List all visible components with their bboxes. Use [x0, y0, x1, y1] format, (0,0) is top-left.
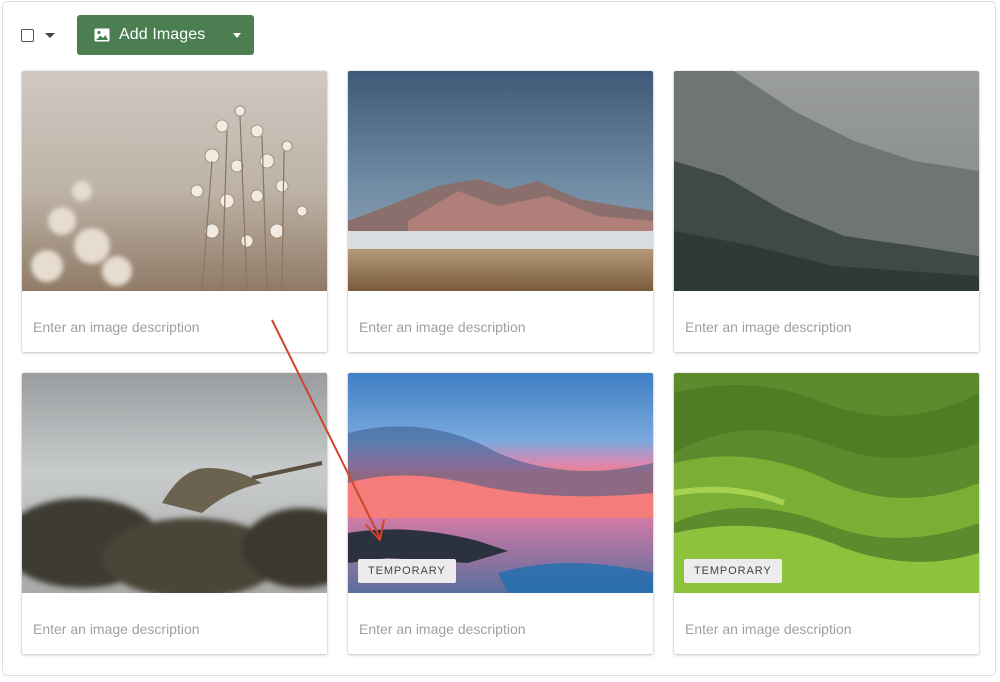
toolbar: Add Images: [20, 15, 254, 55]
add-images-label: Add Images: [119, 26, 206, 43]
image-card[interactable]: TEMPORARY: [674, 373, 979, 654]
image-card[interactable]: [22, 373, 327, 654]
add-images-dropdown-toggle[interactable]: [220, 15, 254, 55]
chevron-down-icon: [233, 32, 241, 38]
image-description-input[interactable]: [674, 291, 979, 352]
temporary-badge: TEMPORARY: [684, 559, 782, 583]
image-card[interactable]: [348, 71, 653, 352]
image-thumbnail-desert-mountains[interactable]: [348, 71, 653, 291]
select-menu-chevron-down-icon[interactable]: [45, 32, 55, 38]
image-description-input[interactable]: [348, 291, 653, 352]
select-all-checkbox[interactable]: [21, 28, 34, 42]
image-thumbnail-bird-on-rocks[interactable]: [22, 373, 327, 593]
add-images-split-button: Add Images: [77, 15, 254, 55]
image-thumbnail-dried-wildflowers[interactable]: [22, 71, 327, 291]
image-description-input[interactable]: [674, 593, 979, 654]
image-card[interactable]: TEMPORARY: [348, 373, 653, 654]
image-description-input[interactable]: [348, 593, 653, 654]
image-card[interactable]: [22, 71, 327, 352]
add-images-button[interactable]: Add Images: [77, 15, 220, 55]
image-icon: [94, 28, 110, 42]
image-thumbnail-misty-forest[interactable]: [674, 71, 979, 291]
temporary-badge: TEMPORARY: [358, 559, 456, 583]
image-card[interactable]: [674, 71, 979, 352]
image-description-input[interactable]: [22, 291, 327, 352]
image-description-input[interactable]: [22, 593, 327, 654]
